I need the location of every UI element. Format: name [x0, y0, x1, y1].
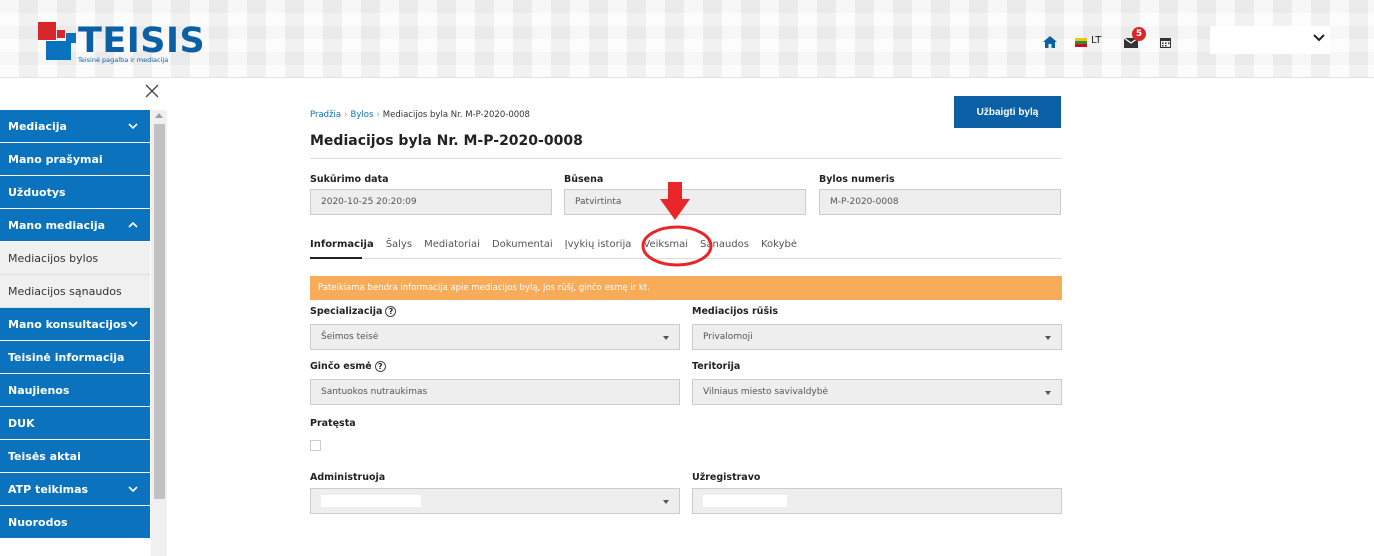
- tab-dokumentai[interactable]: Dokumentai: [492, 236, 565, 258]
- sidebar-item-label: Mano prašymai: [8, 152, 103, 166]
- specialization-label: Specializacija?: [310, 306, 397, 317]
- tab-bar: Informacija Šalys Mediatoriai Dokumentai…: [310, 236, 809, 260]
- chevron-down-icon[interactable]: [1313, 33, 1325, 43]
- home-icon[interactable]: [1043, 36, 1057, 48]
- sidebar-item-mano-konsultacijos[interactable]: Mano konsultacijos: [0, 308, 150, 341]
- red-circle-annotation: [641, 225, 713, 267]
- sidebar-item-naujienos[interactable]: Naujienos: [0, 374, 150, 407]
- notification-badge: 5: [1132, 27, 1146, 41]
- mediation-type-label: Mediacijos rūšis: [692, 306, 779, 317]
- sidebar-item-mano-prasymai[interactable]: Mano prašymai: [0, 143, 150, 176]
- logo-tagline: Teisinė pagalba ir mediacija: [78, 56, 169, 64]
- chevron-down-icon: [128, 123, 138, 130]
- sidebar-item-label: Mano mediacija: [8, 218, 106, 232]
- sidebar-item-label: Teisės aktai: [8, 449, 81, 463]
- sidebar-item-mediacijos-sanaudos[interactable]: Mediacijos sąnaudos: [0, 275, 150, 308]
- active-tab-indicator: [310, 257, 362, 259]
- red-arrow-annotation: [660, 182, 690, 220]
- help-icon[interactable]: ?: [385, 306, 397, 317]
- sidebar-item-uzduotys[interactable]: Užduotys: [0, 176, 150, 209]
- sidebar-item-atp-teikimas[interactable]: ATP teikimas: [0, 473, 150, 506]
- breadcrumb-bylos[interactable]: Bylos: [351, 110, 374, 120]
- sidebar-item-mano-mediacija[interactable]: Mano mediacija: [0, 209, 150, 242]
- chevron-down-icon: [128, 321, 138, 328]
- sidebar-item-label: Mano konsultacijos: [8, 317, 127, 331]
- scroll-up-arrow-icon[interactable]: [155, 113, 163, 118]
- registered-field: [692, 488, 1062, 514]
- sidebar-item-label: ATP teikimas: [8, 482, 89, 496]
- specialization-label-text: Specializacija: [310, 306, 383, 317]
- header: TEISIS Teisinė pagalba ir mediacija LT 5: [0, 0, 1374, 78]
- extended-label: Pratęsta: [310, 418, 356, 429]
- tab-informacija[interactable]: Informacija: [310, 236, 386, 258]
- created-date-label: Sukūrimo data: [310, 174, 389, 185]
- sidebar-item-label: Mediacija: [8, 119, 67, 133]
- redacted-block: [703, 495, 787, 507]
- sidebar-item-nuorodos[interactable]: Nuorodos: [0, 506, 150, 539]
- registered-label: Užregistravo: [692, 472, 761, 483]
- sidebar-item-teises-aktai[interactable]: Teisės aktai: [0, 440, 150, 473]
- territory-label: Teritorija: [692, 361, 741, 372]
- tab-ivykiu-istorija[interactable]: Įvykių istorija: [565, 236, 644, 258]
- chevron-down-icon: [128, 486, 138, 493]
- user-menu[interactable]: [1210, 26, 1330, 54]
- sidebar-menu: Mediacija Mano prašymai Užduotys Mano me…: [0, 110, 150, 539]
- page-title: Mediacijos byla Nr. M-P-2020-0008: [310, 133, 583, 149]
- administers-select[interactable]: [310, 488, 680, 514]
- sidebar-item-label: Nuorodos: [8, 515, 68, 529]
- scroll-thumb[interactable]: [154, 124, 165, 499]
- breadcrumb-separator: ›: [376, 110, 380, 120]
- territory-select[interactable]: Vilniaus miesto savivaldybė: [692, 379, 1062, 405]
- logo[interactable]: TEISIS Teisinė pagalba ir mediacija: [38, 22, 205, 66]
- breadcrumb-separator: ›: [344, 110, 348, 120]
- tab-kokybe[interactable]: Kokybė: [761, 236, 809, 258]
- tab-salys[interactable]: Šalys: [386, 236, 424, 258]
- specialization-select[interactable]: Šeimos teisė: [310, 324, 680, 350]
- logo-square-red: [38, 22, 56, 40]
- dispute-label-text: Ginčo esmė: [310, 361, 372, 372]
- logo-square-blue: [46, 41, 71, 60]
- info-banner: Pateikiama bendra informacija apie media…: [310, 276, 1062, 300]
- case-number-field: M-P-2020-0008: [819, 189, 1061, 215]
- extended-checkbox[interactable]: [310, 440, 321, 451]
- sidebar-item-label: Teisinė informacija: [8, 350, 125, 364]
- sidebar-item-label: Naujienos: [8, 383, 70, 397]
- sidebar-item-duk[interactable]: DUK: [0, 407, 150, 440]
- calendar-icon[interactable]: [1160, 37, 1171, 48]
- flag-icon[interactable]: [1075, 38, 1087, 47]
- mediation-type-select[interactable]: Privalomoji: [692, 324, 1062, 350]
- sidebar: Mediacija Mano prašymai Užduotys Mano me…: [0, 78, 168, 556]
- close-icon[interactable]: [145, 84, 159, 98]
- status-label: Būsena: [564, 174, 604, 185]
- sidebar-item-label: Užduotys: [8, 185, 66, 199]
- breadcrumb: Pradžia › Bylos › Mediacijos byla Nr. M-P-20…: [310, 110, 530, 120]
- title-divider: [310, 158, 1062, 159]
- chevron-up-icon: [128, 221, 138, 228]
- sidebar-item-label: DUK: [8, 416, 35, 430]
- administers-label: Administruoja: [310, 472, 386, 483]
- sidebar-item-mediacijos-bylos[interactable]: Mediacijos bylos: [0, 242, 150, 275]
- sidebar-item-label: Mediacijos bylos: [8, 251, 99, 265]
- logo-text: TEISIS: [78, 21, 206, 61]
- created-date-field: 2020-10-25 20:20:09: [310, 189, 552, 215]
- dispute-label: Ginčo esmė?: [310, 361, 386, 372]
- dispute-field[interactable]: Santuokos nutraukimas: [310, 379, 680, 405]
- language-selector[interactable]: LT: [1091, 35, 1101, 46]
- sidebar-item-teisine-informacija[interactable]: Teisinė informacija: [0, 341, 150, 374]
- breadcrumb-current: Mediacijos byla Nr. M-P-2020-0008: [382, 110, 530, 120]
- case-number-label: Bylos numeris: [819, 174, 895, 185]
- sidebar-item-label: Mediacijos sąnaudos: [8, 284, 122, 298]
- breadcrumb-home[interactable]: Pradžia: [310, 110, 341, 120]
- help-icon[interactable]: ?: [374, 361, 386, 372]
- sidebar-item-mediacija[interactable]: Mediacija: [0, 110, 150, 143]
- logo-square-red-small: [57, 30, 65, 38]
- tab-mediatoriai[interactable]: Mediatoriai: [424, 236, 492, 258]
- redacted-block: [321, 495, 421, 507]
- finish-case-button[interactable]: Užbaigti bylą: [954, 96, 1061, 128]
- sidebar-scrollbar[interactable]: [151, 110, 167, 556]
